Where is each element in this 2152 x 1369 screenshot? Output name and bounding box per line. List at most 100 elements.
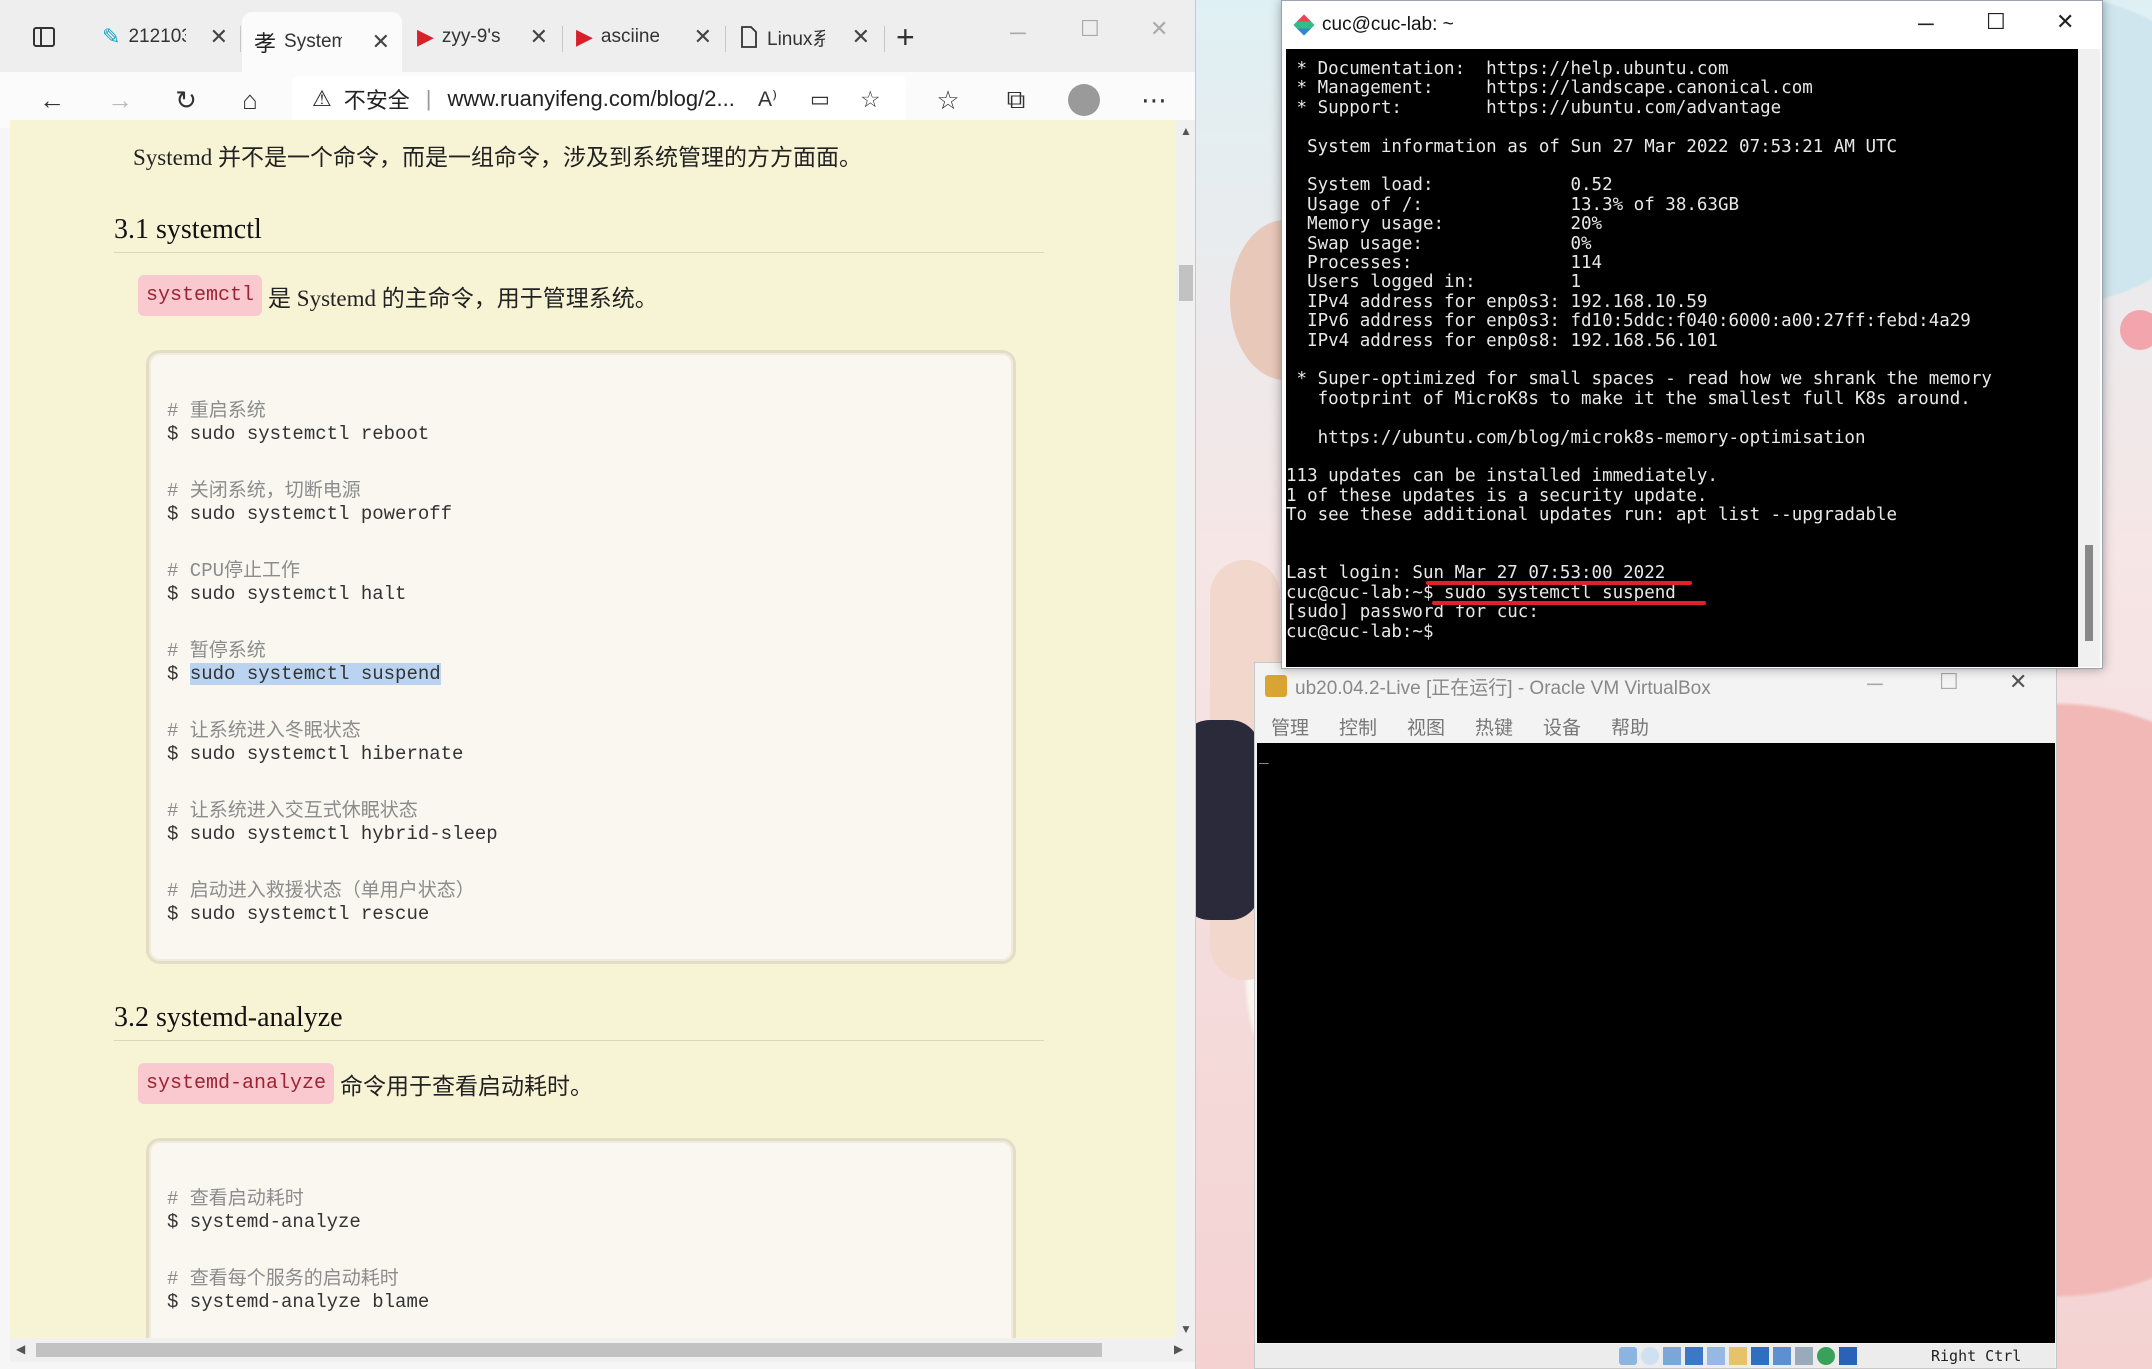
tab-4[interactable]: Linux系 ✕ <box>727 14 882 60</box>
warning-icon: ⚠ <box>312 86 332 111</box>
code-comment: # 关闭系统，切断电源 <box>167 480 361 502</box>
code-line: $ sudo systemctl rescue <box>167 903 430 925</box>
tab-3[interactable]: ▶ asciinema ✕ <box>564 14 724 60</box>
home-button[interactable]: ⌂ <box>232 82 268 118</box>
code-comment: # 启动进入救援状态（单用户状态） <box>167 880 475 902</box>
scrollbar-thumb[interactable] <box>1179 265 1193 301</box>
maximize-button[interactable]: ☐ <box>1986 9 2006 35</box>
minimize-button[interactable]: ─ <box>1010 20 1026 46</box>
refresh-button[interactable]: ↻ <box>168 82 204 118</box>
security-label: 不安全 <box>343 88 410 113</box>
collections-button[interactable]: ⧉ <box>998 82 1034 118</box>
terminal-line: Memory usage: 20% <box>1286 214 1603 235</box>
terminal-window: cuc@cuc-lab: ~ ─ ☐ ✕ * Documentation: ht… <box>1281 0 2103 669</box>
plus-icon: + <box>896 18 915 55</box>
tab-0[interactable]: ✎ 212103 ✕ <box>90 14 240 60</box>
reader-view-icon[interactable]: ▭ <box>810 87 830 112</box>
vm-screen[interactable]: _ <box>1257 743 2055 1343</box>
article-content: Systemd 并不是一个命令，而是一组命令，涉及到系统管理的方方面面。 3.1… <box>10 120 1176 1348</box>
usb-icon[interactable] <box>1707 1347 1725 1365</box>
terminal-line: IPv4 address for enp0s8: 192.168.56.101 <box>1286 330 1718 351</box>
tab-actions-icon <box>33 27 55 47</box>
close-tab-icon[interactable]: ✕ <box>694 24 712 50</box>
optical-drive-icon[interactable] <box>1641 1347 1659 1365</box>
annotation-underline <box>1432 600 1706 605</box>
minimize-button[interactable]: ─ <box>1918 11 1934 37</box>
menu-item[interactable]: 管理 <box>1271 713 1309 740</box>
code-line: $ sudo systemctl halt <box>167 583 407 605</box>
globe-icon[interactable] <box>1817 1347 1835 1365</box>
back-button[interactable]: ← <box>34 82 70 118</box>
annotation-underline <box>1426 581 1692 586</box>
device-icons <box>1619 1347 1857 1365</box>
play-icon: ▶ <box>576 24 593 49</box>
terminal-scrollbar[interactable] <box>2078 49 2100 667</box>
terminal-output[interactable]: * Documentation: https://help.ubuntu.com… <box>1286 49 2078 667</box>
hdd-icon[interactable] <box>1619 1347 1637 1365</box>
close-tab-icon[interactable]: ✕ <box>372 29 390 55</box>
terminal-line: Last login: Sun Mar 27 07:53:00 2022 <box>1286 563 1666 584</box>
code-comment: # 查看启动耗时 <box>167 1188 304 1210</box>
add-favorite-icon[interactable]: ☆ <box>860 86 881 113</box>
vertical-scrollbar[interactable]: ▲ ▼ <box>1176 120 1195 1348</box>
favorites-button[interactable]: ☆ <box>930 82 966 118</box>
tab-1[interactable]: 孝 Systemd ✕ <box>242 12 402 72</box>
scroll-up-arrow[interactable]: ▲ <box>1180 124 1192 138</box>
audio-icon[interactable] <box>1663 1347 1681 1365</box>
scroll-left-arrow[interactable]: ◀ <box>16 1342 25 1356</box>
close-window-button[interactable]: ✕ <box>2056 9 2074 35</box>
code-comment: # 暂停系统 <box>167 640 266 662</box>
maximize-button[interactable]: ☐ <box>1939 669 1959 695</box>
inline-code: systemctl <box>138 275 263 316</box>
systemd-analyze-description: systemd-analyze 命令用于查看启动耗时。 <box>138 1063 593 1104</box>
address-bar[interactable]: ⚠ 不安全 | www.ruanyifeng.com/blog/2... A⁾ … <box>292 76 906 122</box>
code-block-systemctl: # 重启系统 $ sudo systemctl reboot # 关闭系统，切断… <box>146 350 1016 964</box>
ruanyifeng-icon: 孝 <box>254 31 277 56</box>
display-icon[interactable] <box>1751 1347 1769 1365</box>
network-icon[interactable] <box>1685 1347 1703 1365</box>
close-tab-icon[interactable]: ✕ <box>210 24 228 50</box>
close-tab-icon[interactable]: ✕ <box>852 24 870 50</box>
maximize-button[interactable]: ☐ <box>1080 16 1100 42</box>
menu-item[interactable]: 视图 <box>1407 713 1445 740</box>
menu-item[interactable]: 设备 <box>1543 713 1581 740</box>
console-cursor: _ <box>1259 745 1269 764</box>
horizontal-scrollbar[interactable]: ◀ ▶ <box>10 1338 1195 1362</box>
intro-paragraph: Systemd 并不是一个命令，而是一组命令，涉及到系统管理的方方面面。 <box>133 145 862 170</box>
profile-avatar[interactable] <box>1066 82 1102 118</box>
menu-item[interactable]: 控制 <box>1339 713 1377 740</box>
host-key-arrow-icon[interactable] <box>1839 1347 1857 1365</box>
menu-item[interactable]: 帮助 <box>1611 713 1649 740</box>
terminal-line: System load: 0.52 <box>1286 175 1613 196</box>
browser-window: ✎ 212103 ✕ 孝 Systemd ✕ ▶ zyy-9's ✕ ▶ asc… <box>0 0 1196 1369</box>
close-window-button[interactable]: ✕ <box>2009 669 2027 695</box>
new-tab-button[interactable]: + <box>884 14 924 60</box>
close-tab-icon[interactable]: ✕ <box>530 24 548 50</box>
scrollbar-thumb[interactable] <box>36 1343 1102 1357</box>
section-heading-3-2: 3.2 systemd-analyze <box>114 1002 343 1033</box>
code-line: $ sudo systemctl reboot <box>167 423 430 445</box>
terminal-line: IPv4 address for enp0s3: 192.168.10.59 <box>1286 291 1708 312</box>
recording-icon[interactable] <box>1773 1347 1791 1365</box>
host-key-label: Right Ctrl <box>1931 1347 2022 1365</box>
terminal-line: Usage of /: 13.3% of 38.63GB <box>1286 194 1740 215</box>
tab-2[interactable]: ▶ zyy-9's ✕ <box>405 14 560 60</box>
scrollbar-thumb[interactable] <box>2085 545 2093 641</box>
inline-code: systemd-analyze <box>138 1063 335 1104</box>
minimize-button[interactable]: ─ <box>1867 671 1883 697</box>
cpu-icon[interactable] <box>1795 1347 1813 1365</box>
code-line: $ sudo systemctl hybrid-sleep <box>167 823 498 845</box>
more-menu-button[interactable]: ⋯ <box>1136 82 1172 118</box>
tab-actions-button[interactable] <box>20 14 76 60</box>
menu-item[interactable]: 热键 <box>1475 713 1513 740</box>
terminal-line: To see these additional updates run: apt… <box>1286 505 1898 526</box>
forward-button[interactable]: → <box>102 82 138 118</box>
read-aloud-icon[interactable]: A⁾ <box>758 87 777 112</box>
scroll-down-arrow[interactable]: ▼ <box>1180 1322 1192 1336</box>
terminal-line: System information as of Sun 27 Mar 2022… <box>1286 136 1898 157</box>
virtualbox-icon <box>1265 675 1287 697</box>
close-window-button[interactable]: ✕ <box>1150 16 1168 42</box>
scroll-right-arrow[interactable]: ▶ <box>1174 1342 1183 1356</box>
shared-folder-icon[interactable] <box>1729 1347 1747 1365</box>
terminal-titlebar: cuc@cuc-lab: ~ ─ ☐ ✕ <box>1282 1 2102 49</box>
